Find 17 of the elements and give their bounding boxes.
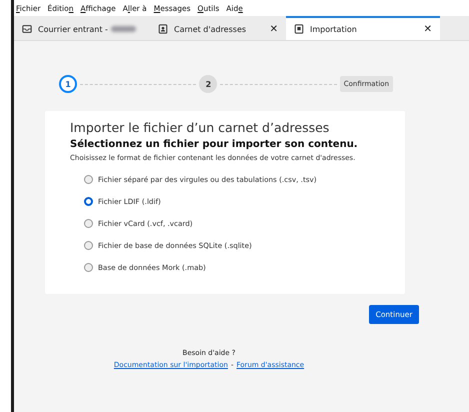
radio-button[interactable] (84, 197, 93, 206)
tab[interactable]: Carnet d'adresses ✕ (150, 16, 286, 40)
subtitle: Sélectionnez un fichier pour importer son contenu. (70, 139, 359, 150)
close-icon[interactable]: ✕ (424, 24, 432, 34)
close-icon[interactable]: ✕ (270, 24, 278, 34)
radio-button[interactable] (84, 241, 93, 250)
address-book-icon (158, 24, 168, 34)
radio-button[interactable] (84, 263, 93, 272)
tab[interactable]: Courrier entrant - (14, 16, 150, 40)
document-icon (294, 24, 304, 34)
radio-button[interactable] (84, 175, 93, 184)
step-number: 2 (199, 75, 218, 93)
radio-button[interactable] (84, 219, 93, 228)
tab[interactable]: Importation ✕ (286, 16, 440, 40)
step-number: 1 (59, 75, 77, 93)
inbox-icon (22, 24, 32, 34)
page-title: Importer le fichier d’un carnet d’adresses (70, 120, 330, 135)
